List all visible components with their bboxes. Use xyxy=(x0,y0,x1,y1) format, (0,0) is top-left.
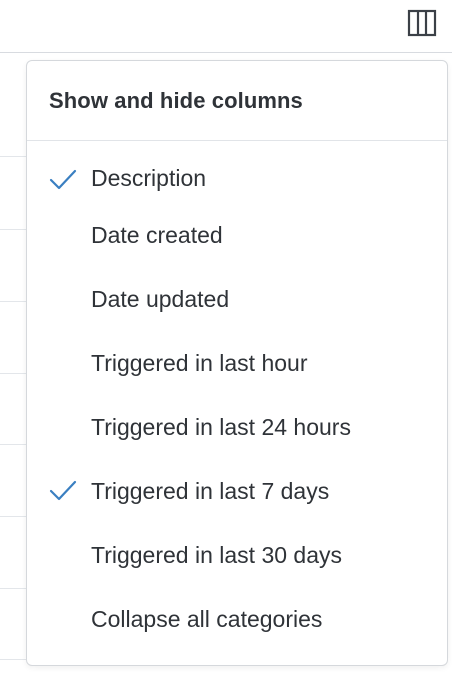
table-row-divider xyxy=(0,659,26,660)
column-option-triggered-last-24-hours[interactable]: Triggered in last 24 hours xyxy=(27,395,447,459)
table-row-divider xyxy=(0,229,26,230)
column-option-label: Collapse all categories xyxy=(91,605,323,632)
toolbar-divider xyxy=(0,52,452,53)
column-option-description[interactable]: Description xyxy=(27,165,447,203)
column-option-label: Description xyxy=(91,165,207,191)
column-option-triggered-last-30-days[interactable]: Triggered in last 30 days xyxy=(27,523,447,587)
table-row-divider xyxy=(0,373,26,374)
check-slot xyxy=(27,395,91,459)
column-option-label: Triggered in last 7 days xyxy=(91,477,330,504)
column-option-date-created[interactable]: Date created xyxy=(27,203,447,267)
column-option-label: Date updated xyxy=(91,285,230,312)
column-option-label: Triggered in last 30 days xyxy=(91,541,343,568)
table-row-divider xyxy=(0,588,26,589)
table-row-divider xyxy=(0,156,26,157)
popover-header: Show and hide columns xyxy=(27,61,447,141)
page: Show and hide columns Description Date c… xyxy=(0,0,474,694)
column-option-label: Triggered in last 24 hours xyxy=(91,413,351,440)
check-slot xyxy=(27,459,91,523)
table-row-divider xyxy=(0,444,26,445)
table-row-divider xyxy=(0,516,26,517)
check-slot xyxy=(27,587,91,651)
background-table xyxy=(0,53,26,694)
checkmark-icon xyxy=(49,169,77,190)
column-options-list: Description Date created Date updated Tr… xyxy=(27,141,447,651)
check-slot xyxy=(27,331,91,395)
column-option-date-updated[interactable]: Date updated xyxy=(27,267,447,331)
check-slot xyxy=(27,165,91,203)
column-option-label: Date created xyxy=(91,221,223,248)
popover-title: Show and hide columns xyxy=(49,87,303,113)
columns-icon xyxy=(407,9,437,37)
checkmark-icon xyxy=(49,480,77,501)
column-option-triggered-last-hour[interactable]: Triggered in last hour xyxy=(27,331,447,395)
columns-toggle-button[interactable] xyxy=(400,5,444,41)
column-visibility-popover: Show and hide columns Description Date c… xyxy=(26,60,448,666)
collapse-all-categories-option[interactable]: Collapse all categories xyxy=(27,587,447,651)
table-row-divider xyxy=(0,301,26,302)
check-slot xyxy=(27,523,91,587)
check-slot xyxy=(27,203,91,267)
column-option-triggered-last-7-days[interactable]: Triggered in last 7 days xyxy=(27,459,447,523)
column-option-label: Triggered in last hour xyxy=(91,349,308,376)
check-slot xyxy=(27,267,91,331)
